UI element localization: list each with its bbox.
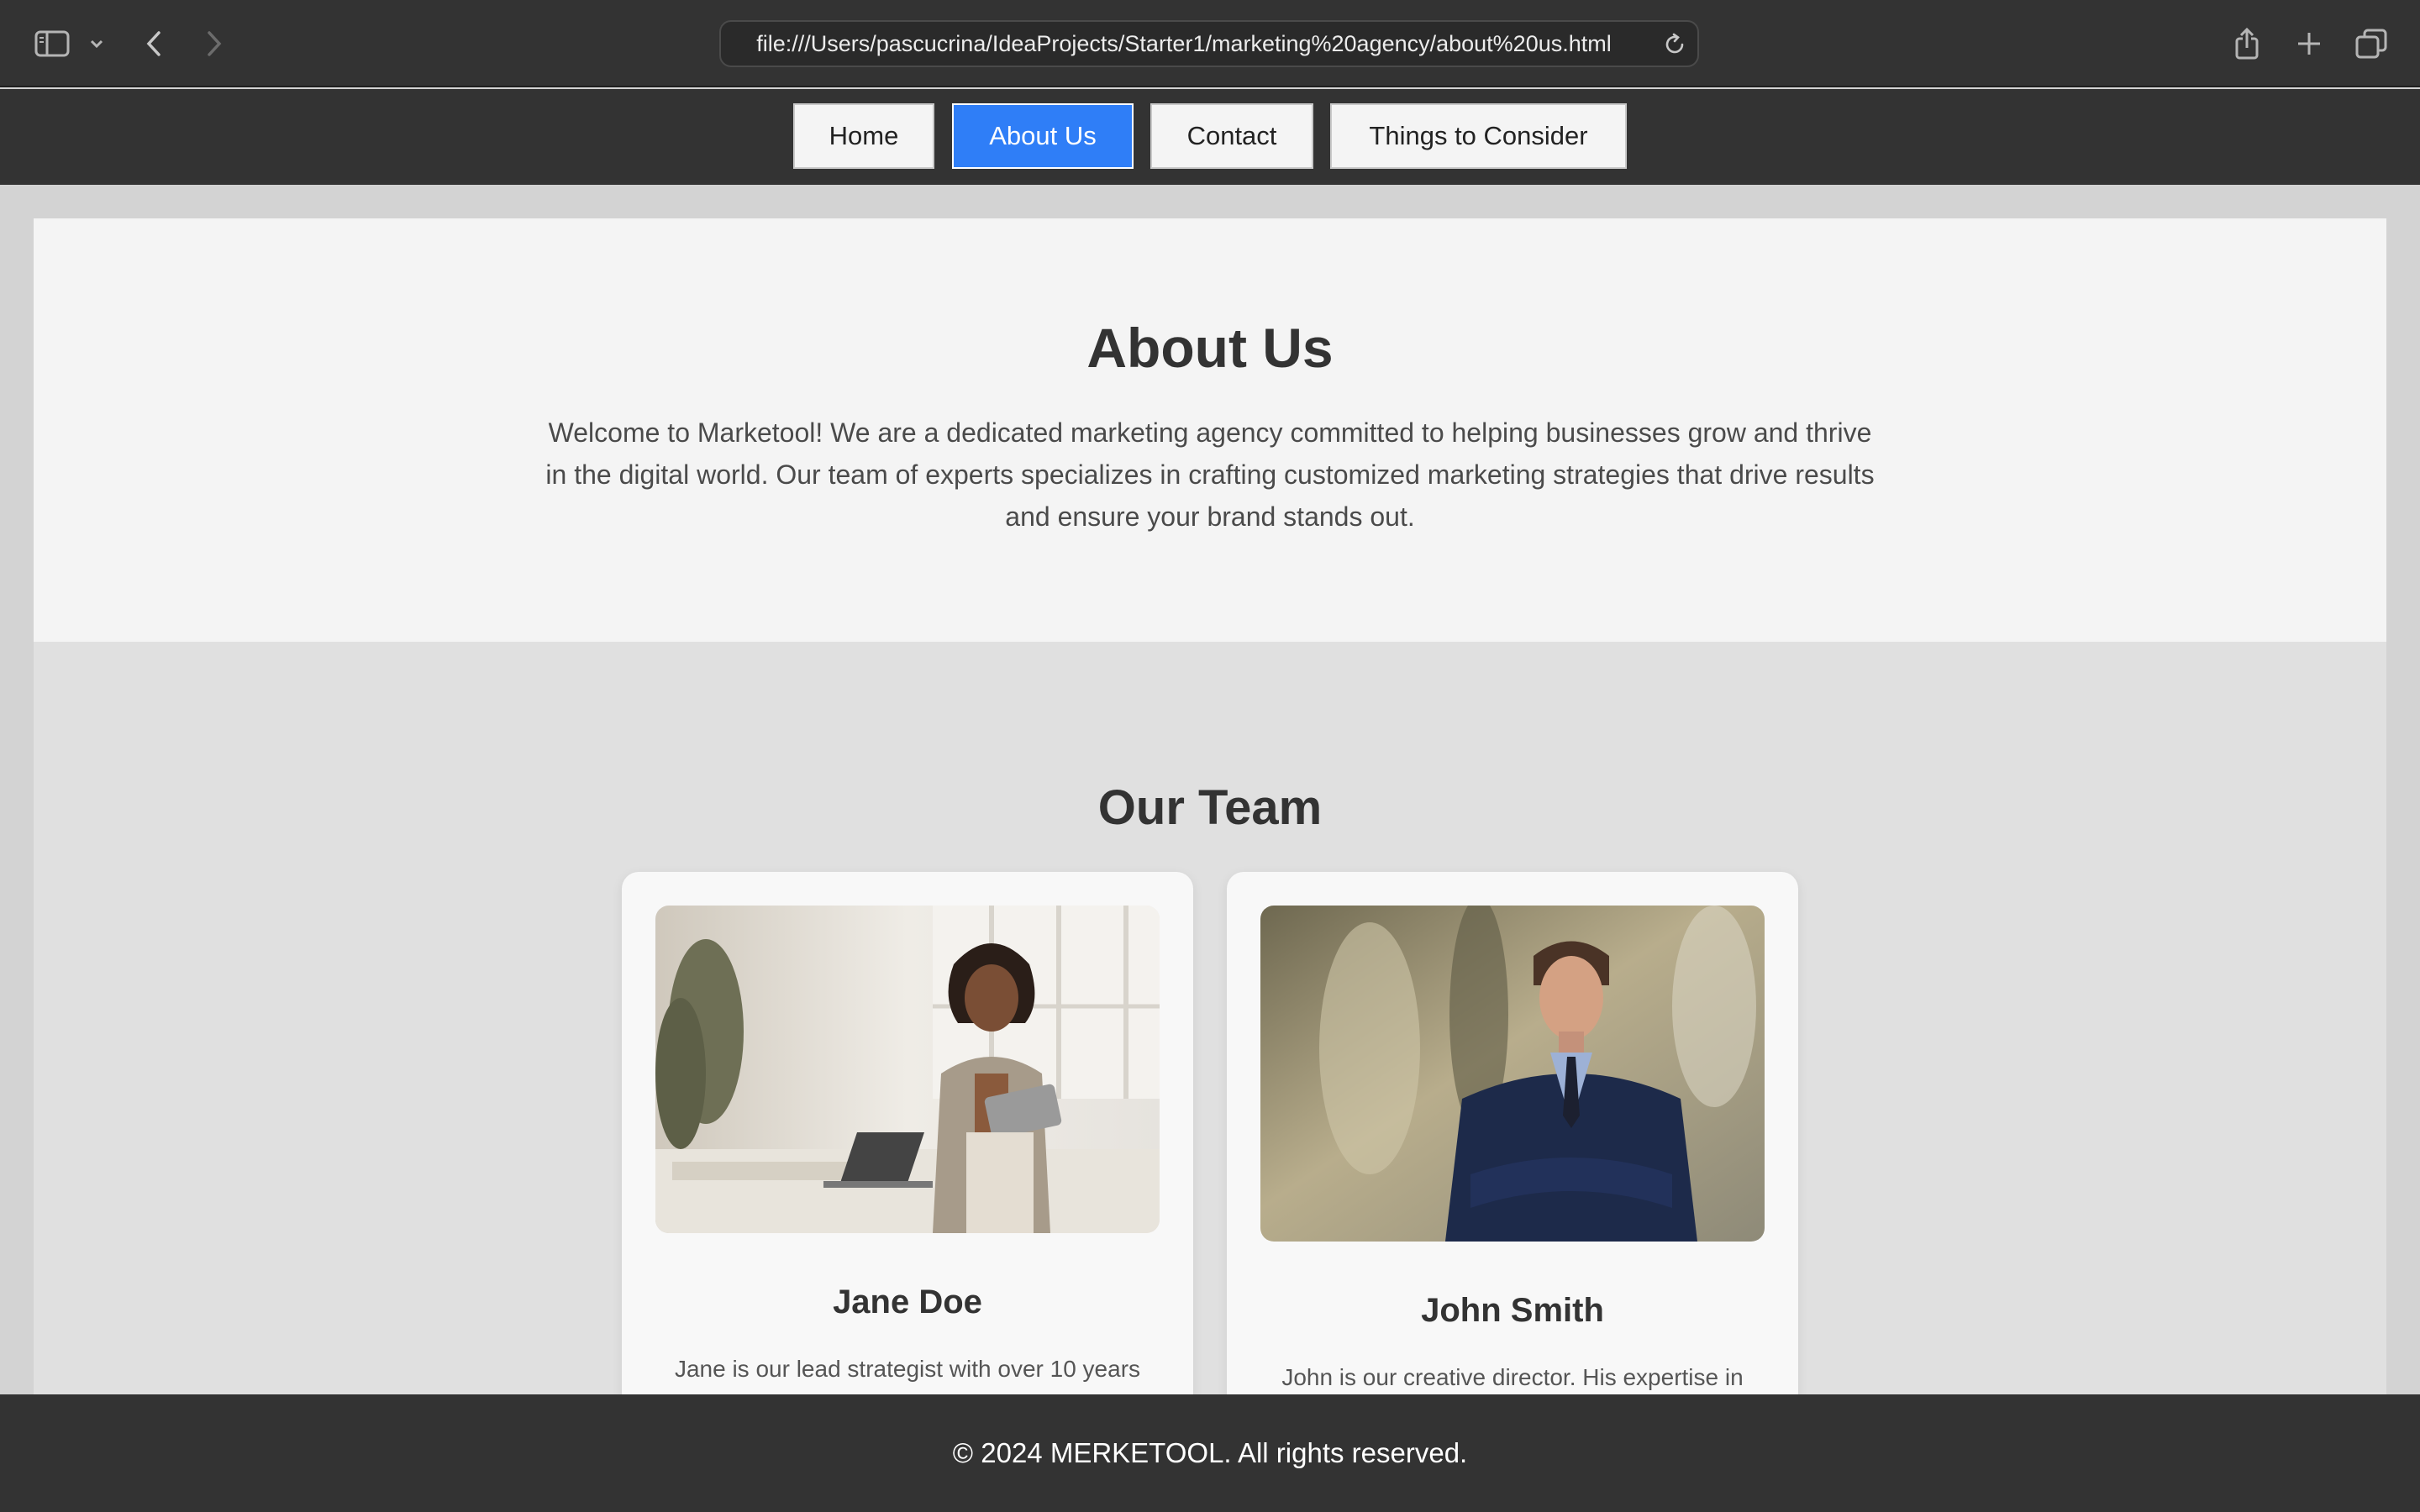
plus-icon[interactable]	[2292, 18, 2326, 69]
reload-icon[interactable]	[1662, 32, 1687, 57]
share-icon[interactable]	[2230, 18, 2264, 69]
page-content: About Us Welcome to Marketool! We are a …	[34, 218, 2386, 1460]
nav-contact-button[interactable]: Contact	[1150, 103, 1313, 169]
team-card-jane: Jane Doe Jane is our lead strategist wit…	[622, 872, 1193, 1460]
team-section: Our Team Jane Doe Jane is our lead strat…	[34, 642, 2386, 1460]
site-footer: © 2024 MERKETOOL. All rights reserved.	[0, 1394, 2420, 1512]
about-section: About Us Welcome to Marketool! We are a …	[34, 218, 2386, 642]
tabs-icon[interactable]	[2353, 18, 2390, 69]
about-text: Welcome to Marketool! We are a dedicated…	[545, 417, 1875, 532]
browser-toolbar: file:///Users/pascucrina/IdeaProjects/St…	[0, 0, 2420, 87]
member-bio: Jane is our lead strategist with over 10…	[674, 1356, 1141, 1382]
nav-about-us-button[interactable]: About Us	[952, 103, 1134, 169]
nav-things-to-consider-button[interactable]: Things to Consider	[1330, 103, 1627, 169]
url-text[interactable]: file:///Users/pascucrina/IdeaProjects/St…	[721, 22, 1647, 66]
chevron-down-icon[interactable]	[86, 18, 108, 69]
john-photo	[1260, 906, 1765, 1242]
nav-home-button[interactable]: Home	[793, 103, 934, 169]
back-icon[interactable]	[139, 18, 168, 69]
team-card-john: John Smith John is our creative director…	[1227, 872, 1798, 1460]
member-bio: John is our creative director. His exper…	[1281, 1364, 1744, 1390]
about-title: About Us	[1086, 317, 1334, 379]
sidebar-icon[interactable]	[32, 18, 72, 69]
member-name: John Smith	[1421, 1292, 1604, 1329]
jane-photo	[655, 906, 1160, 1233]
footer-copyright: © 2024 MERKETOOL. All rights reserved.	[952, 1437, 1468, 1468]
member-name: Jane Doe	[833, 1284, 982, 1320]
site-navbar: Home About Us Contact Things to Consider	[0, 89, 2420, 185]
address-bar[interactable]: file:///Users/pascucrina/IdeaProjects/St…	[719, 20, 1699, 67]
forward-icon[interactable]	[200, 18, 229, 69]
team-title: Our Team	[1097, 780, 1323, 835]
